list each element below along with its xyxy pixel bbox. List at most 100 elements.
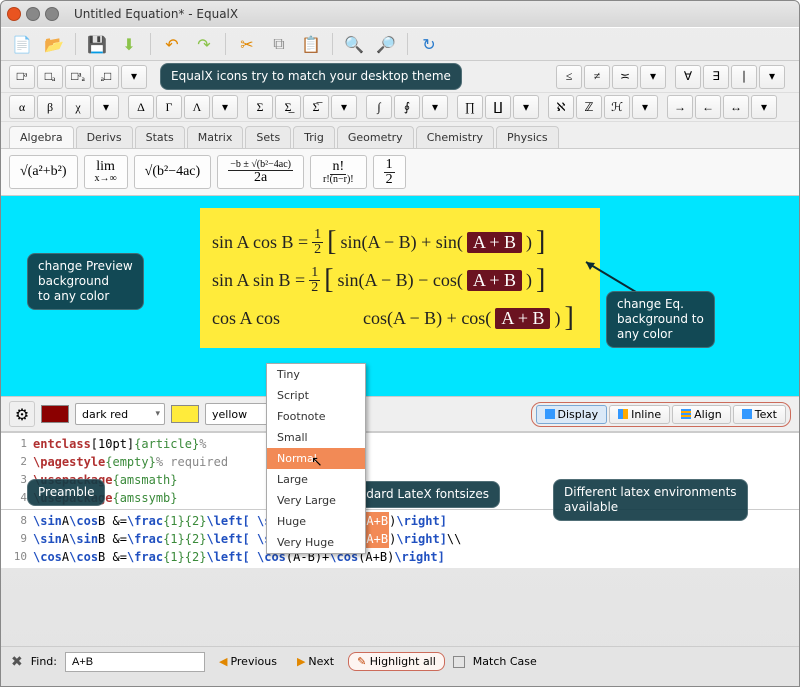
sym-sigma3[interactable]: Σ̅ [303, 95, 329, 119]
tab-derivs[interactable]: Derivs [76, 126, 133, 148]
more-icon[interactable]: ▾ [640, 65, 666, 89]
fontsize-item[interactable]: Very Large [267, 490, 365, 511]
sym-supsub[interactable]: □ᵃₐ [65, 65, 91, 89]
tab-physics[interactable]: Physics [496, 126, 559, 148]
highlight-all-button[interactable]: ✎ Highlight all [348, 652, 445, 671]
toolbar-separator [150, 33, 151, 55]
window-min-button[interactable] [26, 7, 40, 21]
fontsize-item[interactable]: Huge [267, 511, 365, 532]
annotation-theme: EqualX icons try to match your desktop t… [160, 63, 462, 90]
fontsize-item[interactable]: Tiny [267, 364, 365, 385]
more-icon[interactable]: ▾ [331, 95, 357, 119]
sym-approx[interactable]: ≍ [612, 65, 638, 89]
env-text-button[interactable]: Text [733, 405, 786, 424]
more-icon[interactable]: ▾ [121, 65, 147, 89]
sym-arrow-l[interactable]: ← [695, 95, 721, 119]
main-toolbar: 📄 📂 💾 ⬇ ↶ ↷ ✂ ⧉ 📋 🔍 🔎 ↻ [1, 27, 799, 61]
tab-matrix[interactable]: Matrix [187, 126, 244, 148]
tab-chemistry[interactable]: Chemistry [416, 126, 494, 148]
snippet-lim[interactable]: limx→∞ [84, 155, 128, 189]
sym-superscript[interactable]: □ᵃ [9, 65, 35, 89]
more-icon[interactable]: ▾ [93, 95, 119, 119]
sym-arrow-r[interactable]: → [667, 95, 693, 119]
sym-sigma2[interactable]: Σ̲ [275, 95, 301, 119]
undo-icon[interactable]: ↶ [159, 31, 185, 57]
sym-sigma[interactable]: Σ [247, 95, 273, 119]
snippet-sqrt-b4ac[interactable]: √(b²−4ac) [134, 155, 212, 189]
bg-color-swatch[interactable] [171, 405, 199, 423]
tab-sets[interactable]: Sets [245, 126, 291, 148]
snippet-half[interactable]: 12 [373, 155, 406, 189]
sym-arrow-lr[interactable]: ↔ [723, 95, 749, 119]
paste-icon[interactable]: 📋 [298, 31, 324, 57]
close-icon[interactable]: ✖ [11, 654, 23, 670]
sym-delta-cap[interactable]: Δ [128, 95, 154, 119]
env-inline-button[interactable]: Inline [609, 405, 670, 424]
sym-forall[interactable]: ∀ [675, 65, 701, 89]
sym-coprod[interactable]: ∐ [485, 95, 511, 119]
sym-chi[interactable]: χ [65, 95, 91, 119]
tab-geometry[interactable]: Geometry [337, 126, 414, 148]
find-next-button[interactable]: ▶Next [291, 653, 340, 670]
zoom-in-icon[interactable]: 🔍 [341, 31, 367, 57]
find-prev-button[interactable]: ◀Previous [213, 653, 283, 670]
open-file-icon[interactable]: 📂 [41, 31, 67, 57]
fg-color-swatch[interactable] [41, 405, 69, 423]
sym-divides[interactable]: ∣ [731, 65, 757, 89]
fontsize-item[interactable]: Script [267, 385, 365, 406]
fontsize-item[interactable]: Small [267, 427, 365, 448]
new-file-icon[interactable]: 📄 [9, 31, 35, 57]
sym-int[interactable]: ∫ [366, 95, 392, 119]
fontsize-item[interactable]: Footnote [267, 406, 365, 427]
more-icon[interactable]: ▾ [632, 95, 658, 119]
more-icon[interactable]: ▾ [751, 95, 777, 119]
env-display-button[interactable]: Display [536, 405, 608, 424]
cut-icon[interactable]: ✂ [234, 31, 260, 57]
refresh-icon[interactable]: ↻ [416, 31, 442, 57]
find-label: Find: [31, 655, 57, 668]
toolbar-separator [332, 33, 333, 55]
snippet-sqrt-ab[interactable]: √(a²+b²) [9, 155, 78, 189]
tab-trig[interactable]: Trig [293, 126, 335, 148]
sym-Z[interactable]: ℤ [576, 95, 602, 119]
app-window: Untitled Equation* - EqualX 📄 📂 💾 ⬇ ↶ ↷ … [0, 0, 800, 687]
sym-gamma-cap[interactable]: Γ [156, 95, 182, 119]
redo-icon[interactable]: ↷ [191, 31, 217, 57]
copy-icon[interactable]: ⧉ [266, 31, 292, 57]
find-input[interactable] [65, 652, 205, 672]
sym-lambda-cap[interactable]: Λ [184, 95, 210, 119]
window-close-button[interactable] [7, 7, 21, 21]
fg-color-combo[interactable]: dark red [75, 403, 165, 425]
sym-alpha[interactable]: α [9, 95, 35, 119]
sym-exists[interactable]: ∃ [703, 65, 729, 89]
fontsize-item[interactable]: Very Huge [267, 532, 365, 553]
snippet-factorial[interactable]: n!r!(n−r)! [310, 155, 367, 189]
snippet-quadratic[interactable]: −b ± √(b²−4ac)2a [217, 155, 304, 189]
sym-beta[interactable]: β [37, 95, 63, 119]
env-align-button[interactable]: Align [672, 405, 731, 424]
sym-H[interactable]: ℋ [604, 95, 630, 119]
more-icon[interactable]: ▾ [513, 95, 539, 119]
window-max-button[interactable] [45, 7, 59, 21]
save-icon[interactable]: 💾 [84, 31, 110, 57]
fontsize-item[interactable]: Large [267, 469, 365, 490]
sym-oint[interactable]: ∮ [394, 95, 420, 119]
more-icon[interactable]: ▾ [422, 95, 448, 119]
preamble-button[interactable]: ⚙ [9, 401, 35, 427]
cursor-icon: ↖ [311, 454, 323, 470]
sym-prod[interactable]: ∏ [457, 95, 483, 119]
tab-stats[interactable]: Stats [135, 126, 185, 148]
sym-subscript[interactable]: □ₐ [37, 65, 63, 89]
sym-presub[interactable]: ₐ□ [93, 65, 119, 89]
sym-le[interactable]: ≤ [556, 65, 582, 89]
matchcase-checkbox[interactable] [453, 656, 465, 668]
more-icon[interactable]: ▾ [212, 95, 238, 119]
more-icon[interactable]: ▾ [759, 65, 785, 89]
tab-algebra[interactable]: Algebra [9, 126, 74, 148]
export-icon[interactable]: ⬇ [116, 31, 142, 57]
sym-ne[interactable]: ≠ [584, 65, 610, 89]
sym-aleph[interactable]: ℵ [548, 95, 574, 119]
env-group: Display Inline Align Text [531, 402, 791, 427]
zoom-out-icon[interactable]: 🔎 [373, 31, 399, 57]
toolbar-separator [407, 33, 408, 55]
